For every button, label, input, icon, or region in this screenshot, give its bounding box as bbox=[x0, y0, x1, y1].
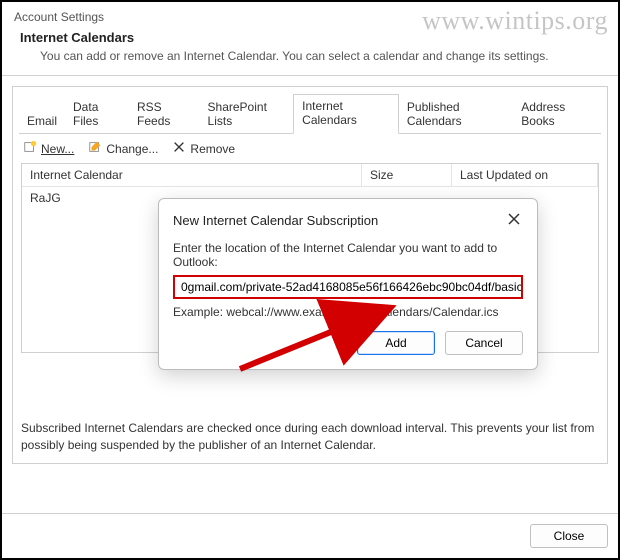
new-button[interactable]: New... bbox=[23, 140, 74, 157]
header-name[interactable]: Internet Calendar bbox=[22, 164, 362, 186]
tab-address-books[interactable]: Address Books bbox=[513, 96, 601, 134]
remove-icon bbox=[172, 140, 186, 157]
change-button[interactable]: Change... bbox=[88, 140, 158, 157]
header-size[interactable]: Size bbox=[362, 164, 452, 186]
change-icon bbox=[88, 140, 102, 157]
close-button[interactable]: Close bbox=[530, 524, 608, 548]
remove-button[interactable]: Remove bbox=[172, 140, 235, 157]
toolbar: New... Change... Remove bbox=[13, 134, 607, 163]
window-title: Account Settings bbox=[14, 10, 606, 24]
tab-email[interactable]: Email bbox=[19, 110, 65, 134]
header-updated[interactable]: Last Updated on bbox=[452, 164, 598, 186]
section-description: You can add or remove an Internet Calend… bbox=[40, 49, 606, 63]
footer-bar: Close bbox=[2, 513, 618, 558]
add-button[interactable]: Add bbox=[357, 331, 435, 355]
dialog-title: New Internet Calendar Subscription bbox=[173, 213, 378, 228]
change-label: Change... bbox=[106, 142, 158, 156]
dialog-close-button[interactable] bbox=[505, 211, 523, 229]
example-text: Example: webcal://www.example.com/calend… bbox=[173, 305, 523, 319]
cancel-button[interactable]: Cancel bbox=[445, 331, 523, 355]
calendar-url-input[interactable]: 0gmail.com/private-52ad4168085e56f166426… bbox=[173, 275, 523, 299]
new-label: New... bbox=[41, 142, 74, 156]
divider bbox=[2, 75, 618, 76]
remove-label: Remove bbox=[190, 142, 235, 156]
new-icon bbox=[23, 140, 37, 157]
section-title: Internet Calendars bbox=[20, 30, 606, 45]
footnote-text: Subscribed Internet Calendars are checke… bbox=[13, 412, 607, 462]
close-icon bbox=[508, 213, 520, 228]
tab-data-files[interactable]: Data Files bbox=[65, 96, 129, 134]
tab-internet-calendars[interactable]: Internet Calendars bbox=[293, 94, 399, 134]
tab-published-calendars[interactable]: Published Calendars bbox=[399, 96, 513, 134]
tab-sharepoint-lists[interactable]: SharePoint Lists bbox=[200, 96, 294, 134]
list-header: Internet Calendar Size Last Updated on bbox=[22, 164, 598, 187]
tab-rss-feeds[interactable]: RSS Feeds bbox=[129, 96, 200, 134]
new-calendar-dialog: New Internet Calendar Subscription Enter… bbox=[158, 198, 538, 370]
dialog-label: Enter the location of the Internet Calen… bbox=[173, 241, 523, 269]
tab-strip: Email Data Files RSS Feeds SharePoint Li… bbox=[13, 87, 607, 133]
